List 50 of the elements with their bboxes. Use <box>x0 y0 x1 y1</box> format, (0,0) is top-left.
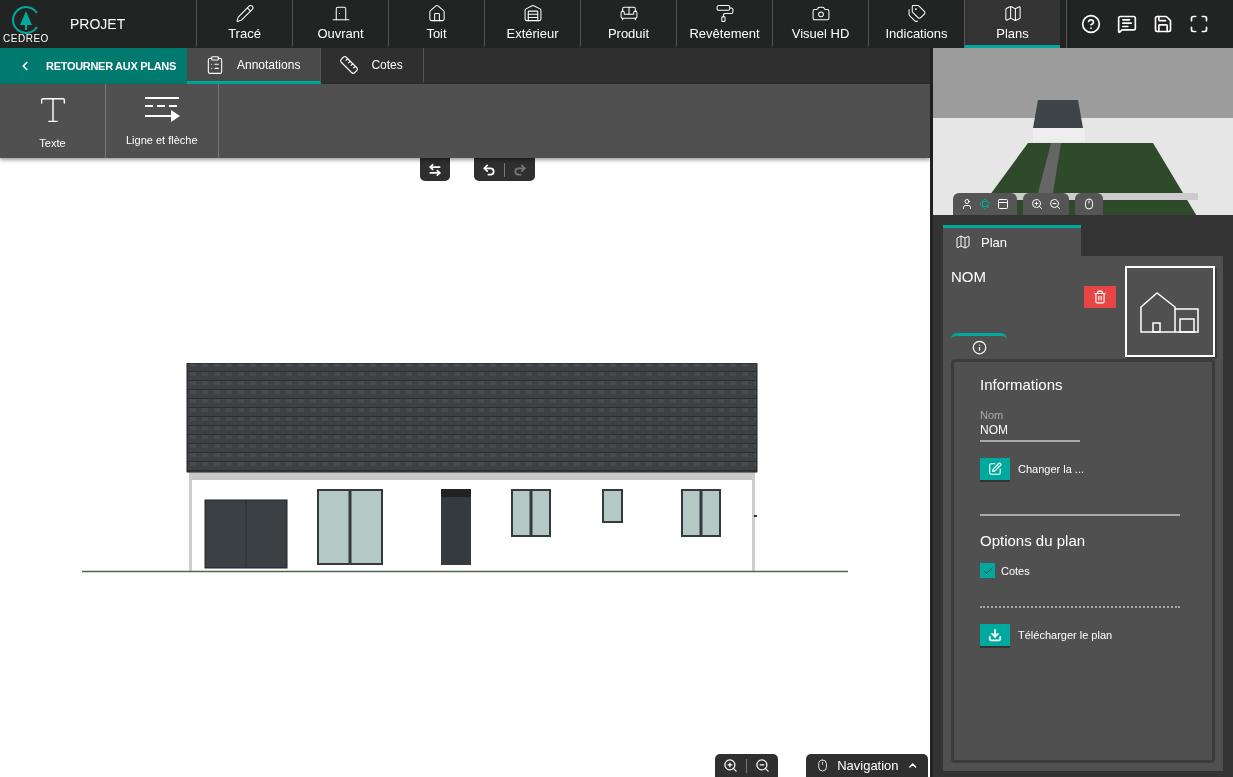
edit-icon <box>988 462 1002 476</box>
download-icon <box>988 628 1002 642</box>
zoom-in-button[interactable] <box>723 758 738 773</box>
pencil-icon <box>234 4 255 23</box>
plan-tab[interactable]: Plan <box>943 225 1081 256</box>
logo-text: CEDREO <box>3 32 49 44</box>
help-icon[interactable] <box>1081 14 1101 34</box>
person-icon[interactable] <box>961 198 973 210</box>
zoom-out-icon[interactable] <box>1049 198 1061 210</box>
section-title: Informations <box>980 376 1064 393</box>
project-label[interactable]: PROJET <box>70 16 126 32</box>
camera-icon <box>810 4 831 23</box>
info-icon <box>971 340 987 355</box>
zoom-out-button[interactable] <box>755 758 770 773</box>
mouse-icon[interactable] <box>1083 198 1095 210</box>
map-icon <box>955 234 971 250</box>
trash-icon <box>1093 290 1107 304</box>
comment-icon[interactable] <box>1117 14 1137 34</box>
panel-icon[interactable] <box>997 198 1009 210</box>
lines-arrow-icon <box>142 96 181 124</box>
change-button[interactable]: Changer la ... <box>980 458 1186 480</box>
plan-name: NOM <box>951 268 986 285</box>
name-field[interactable]: NOM <box>980 421 1080 442</box>
swap-button[interactable] <box>428 162 442 177</box>
map-icon <box>1002 4 1023 23</box>
tree-logo-icon <box>11 4 41 35</box>
back-button[interactable]: RETOURNER AUX PLANS <box>0 48 187 84</box>
checkbox[interactable] <box>980 563 995 578</box>
clipboard-icon <box>205 54 225 75</box>
paint-roller-icon <box>714 4 735 23</box>
zoom-in-icon[interactable] <box>1031 198 1043 210</box>
undo-button[interactable] <box>482 162 496 177</box>
house-icon <box>1140 290 1200 333</box>
door-icon <box>330 4 351 23</box>
sub-tab[interactable]: Annotations <box>187 48 322 84</box>
delete-button[interactable] <box>1084 286 1116 308</box>
download-button[interactable]: Télécharger le plan <box>980 624 1186 646</box>
fullscreen-icon[interactable] <box>1189 14 1209 34</box>
field-label: Nom <box>980 409 1005 421</box>
save-icon[interactable] <box>1153 14 1173 34</box>
mouse-icon <box>816 758 830 773</box>
house-icon <box>426 4 447 23</box>
ruler-icon <box>339 54 360 75</box>
menu-tab[interactable]: Plans <box>964 0 1060 48</box>
section-title: Options du plan <box>980 532 1087 549</box>
sofa-icon <box>618 4 639 23</box>
checkbox-label: Cotes <box>1001 564 1030 577</box>
barn-icon <box>522 4 543 23</box>
tags-icon <box>906 4 927 23</box>
navigation-button[interactable]: Navigation <box>806 754 928 777</box>
